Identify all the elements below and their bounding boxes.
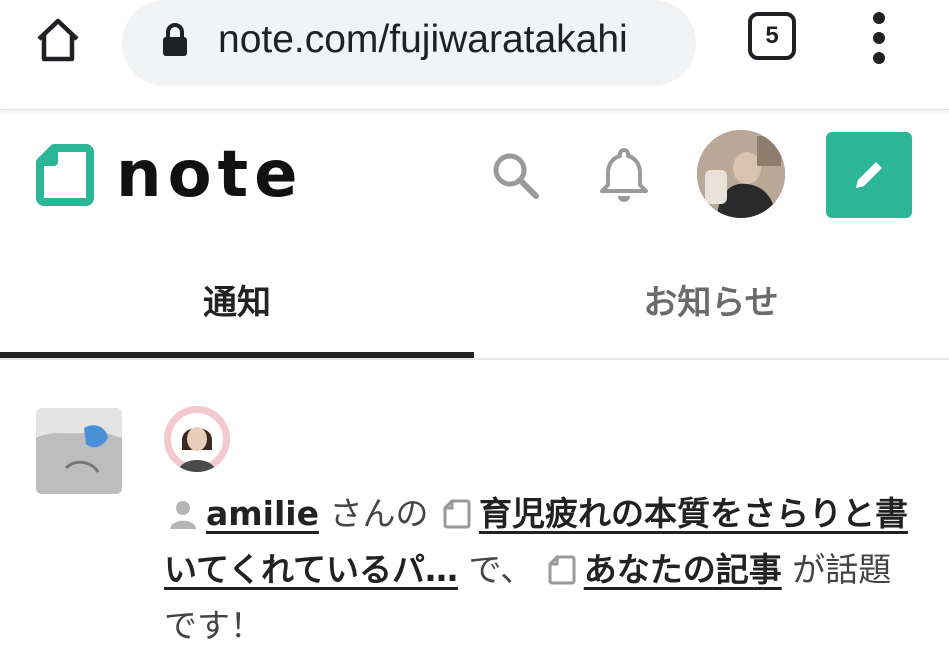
address-bar[interactable]: note.com/fujiwaratakahi bbox=[122, 0, 696, 86]
thumbnail-illustration bbox=[36, 408, 122, 494]
tab-switcher-button[interactable]: 5 bbox=[748, 12, 796, 60]
notification-message: amilie さんの 育児疲れの本質をさらりと書いてくれているパ… で、 あなた… bbox=[164, 486, 914, 654]
article-thumbnail[interactable] bbox=[36, 408, 122, 494]
more-vert-icon[interactable] bbox=[862, 12, 896, 64]
site-header: note bbox=[0, 110, 949, 240]
home-button[interactable] bbox=[28, 10, 88, 70]
avatar-photo bbox=[697, 130, 785, 218]
notification-button[interactable] bbox=[596, 144, 652, 206]
text-de: で、 bbox=[468, 550, 534, 589]
browser-toolbar: note.com/fujiwaratakahi 5 bbox=[0, 0, 949, 110]
notifier-avatar[interactable] bbox=[164, 406, 230, 472]
pencil-icon bbox=[856, 162, 882, 188]
notifier-avatar-photo bbox=[164, 406, 230, 472]
search-icon bbox=[493, 153, 539, 199]
logo-text: note bbox=[116, 138, 304, 212]
note-icon bbox=[443, 499, 471, 529]
note-logo-icon bbox=[36, 144, 94, 206]
create-post-button[interactable] bbox=[826, 132, 912, 218]
note-logo[interactable]: note bbox=[36, 140, 304, 210]
text-san-no: さんの bbox=[329, 494, 429, 533]
tab-announcements[interactable]: お知らせ bbox=[474, 240, 948, 358]
bell-icon bbox=[600, 148, 648, 202]
user-avatar-button[interactable] bbox=[697, 130, 785, 218]
notification-item[interactable]: amilie さんの 育児疲れの本質をさらりと書いてくれているパ… で、 あなた… bbox=[0, 362, 949, 658]
notification-tabs: 通知 お知らせ bbox=[0, 240, 949, 360]
lock-icon bbox=[163, 23, 187, 56]
note-icon bbox=[548, 555, 576, 585]
tab-notifications[interactable]: 通知 bbox=[0, 240, 474, 358]
your-article-link[interactable]: あなたの記事 bbox=[584, 550, 782, 589]
search-button[interactable] bbox=[488, 148, 544, 204]
url-text: note.com/fujiwaratakahi bbox=[218, 18, 628, 61]
person-icon bbox=[170, 501, 196, 529]
home-icon bbox=[37, 18, 79, 62]
user-link[interactable]: amilie bbox=[206, 494, 319, 533]
